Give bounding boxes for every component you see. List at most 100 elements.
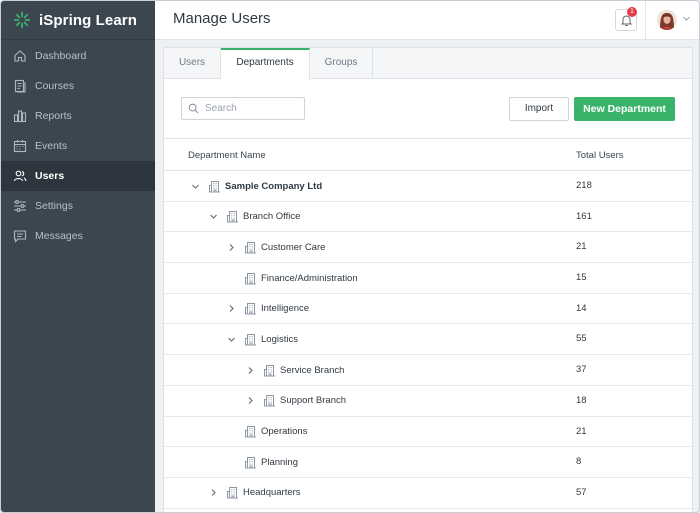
department-name: Operations (261, 426, 308, 437)
search-icon (188, 103, 199, 114)
top-header: Manage Users 1 (155, 1, 699, 40)
total-users: 218 (576, 180, 592, 191)
total-users: 55 (576, 333, 587, 345)
department-name: Intelligence (261, 303, 310, 315)
sliders-icon (13, 199, 27, 213)
department-name-cell: Branch Office (208, 202, 300, 232)
sidebar-item-label: Dashboard (35, 50, 87, 62)
import-button[interactable]: Import (509, 97, 569, 121)
sidebar-item-reports[interactable]: Reports (1, 101, 155, 131)
header-divider (645, 1, 646, 40)
building-icon (264, 395, 275, 407)
building-icon (245, 426, 256, 438)
department-name: Finance/Administration (261, 272, 358, 284)
table-row[interactable]: Planning 8 (164, 447, 692, 478)
departments-card: Users Departments Groups Import New Depa… (163, 47, 693, 512)
avatar[interactable] (657, 10, 677, 30)
building-icon (245, 272, 256, 285)
department-name-cell: Customer Care (226, 232, 325, 262)
department-name-cell: Finance/Administration (226, 263, 358, 293)
chevron-down-icon[interactable] (190, 181, 200, 191)
table-row[interactable]: Sample Company Ltd 218 (164, 171, 692, 202)
page-title: Manage Users (173, 10, 271, 27)
sidebar: iSpring Learn Dashboard Courses Reports (1, 1, 155, 512)
column-header-total-users[interactable]: Total Users (576, 150, 624, 161)
building-icon (245, 456, 256, 469)
sidebar-item-label: Courses (35, 80, 75, 92)
table-header: Department Name Total Users (164, 139, 692, 171)
total-users: 37 (576, 364, 587, 376)
toolbar: Import New Department (164, 79, 692, 139)
sidebar-item-messages[interactable]: Messages (1, 221, 155, 251)
department-name-cell: Operations (226, 417, 307, 447)
chevron-right-icon[interactable] (245, 396, 255, 406)
building-icon (245, 333, 256, 346)
building-icon (227, 211, 238, 223)
table-row[interactable]: Customer Care 21 (164, 232, 692, 264)
sidebar-item-settings[interactable]: Settings (1, 191, 155, 221)
department-name: Sample Company Ltd (225, 180, 323, 192)
chevron-down-icon[interactable] (226, 334, 236, 344)
building-icon (227, 487, 238, 499)
sidebar-item-label: Messages (35, 230, 83, 242)
message-icon (13, 229, 27, 243)
department-name-cell: Sample Company Ltd (190, 171, 322, 201)
department-name-cell: Service Branch (245, 355, 344, 385)
app-window: iSpring Learn Dashboard Courses Reports (0, 0, 700, 513)
bar-chart-icon (13, 109, 27, 123)
sidebar-item-dashboard[interactable]: Dashboard (1, 41, 155, 71)
brand-name: iSpring Learn (39, 11, 137, 29)
chevron-right-icon[interactable] (245, 365, 255, 375)
table-row[interactable]: Operations 21 (164, 417, 692, 448)
total-users: 18 (576, 394, 587, 406)
total-users: 21 (576, 425, 587, 437)
department-name-cell: Logistics (226, 324, 298, 354)
table-row[interactable]: Finance/Administration 15 (164, 263, 692, 294)
users-icon (13, 169, 27, 183)
table-row[interactable]: Logistics 55 (164, 324, 692, 356)
sidebar-item-events[interactable]: Events (1, 131, 155, 161)
search-box[interactable] (181, 97, 305, 120)
department-name-cell: Support Branch (245, 386, 346, 416)
sidebar-nav: Dashboard Courses Reports Events Users S… (1, 41, 155, 251)
department-name: Logistics (261, 333, 298, 345)
user-avatar-icon (657, 10, 677, 30)
brand[interactable]: iSpring Learn (1, 1, 155, 40)
calendar-icon (13, 139, 27, 153)
table-row[interactable]: Service Branch 37 (164, 355, 692, 386)
department-name-cell: Planning (226, 447, 298, 477)
chevron-right-icon[interactable] (226, 304, 236, 314)
building-icon (245, 303, 256, 315)
chevron-down-icon[interactable] (208, 212, 218, 222)
department-name: Headquarters (243, 487, 301, 499)
total-users: 21 (576, 241, 587, 253)
column-header-department-name[interactable]: Department Name (188, 150, 266, 161)
building-icon (264, 364, 275, 377)
tab-users[interactable]: Users (164, 48, 221, 79)
total-users: 8 (576, 456, 582, 468)
total-users: 14 (576, 302, 587, 314)
table-row[interactable]: Headquarters 57 (164, 478, 692, 509)
sidebar-item-label: Reports (35, 110, 72, 122)
table-row[interactable]: Support Branch 18 (164, 386, 692, 417)
sidebar-item-label: Settings (35, 200, 73, 212)
tab-bar: Users Departments Groups (164, 48, 692, 80)
table-row[interactable]: Branch Office 161 (164, 202, 692, 233)
courses-icon (13, 79, 27, 93)
sidebar-item-courses[interactable]: Courses (1, 71, 155, 101)
tab-groups[interactable]: Groups (310, 48, 373, 79)
sidebar-item-users[interactable]: Users (1, 161, 155, 191)
ispring-logo-icon (13, 11, 31, 29)
building-icon (245, 241, 256, 254)
chevron-right-icon[interactable] (208, 488, 218, 498)
chevron-down-icon[interactable] (682, 14, 691, 23)
tab-departments[interactable]: Departments (221, 48, 310, 80)
total-users: 161 (576, 210, 592, 222)
home-icon (13, 49, 27, 63)
chevron-right-icon[interactable] (226, 242, 236, 252)
total-users: 57 (576, 486, 587, 498)
new-department-button[interactable]: New Department (574, 97, 675, 121)
search-input[interactable] (205, 103, 301, 114)
department-name: Customer Care (261, 241, 326, 253)
table-row[interactable]: Intelligence 14 (164, 294, 692, 325)
